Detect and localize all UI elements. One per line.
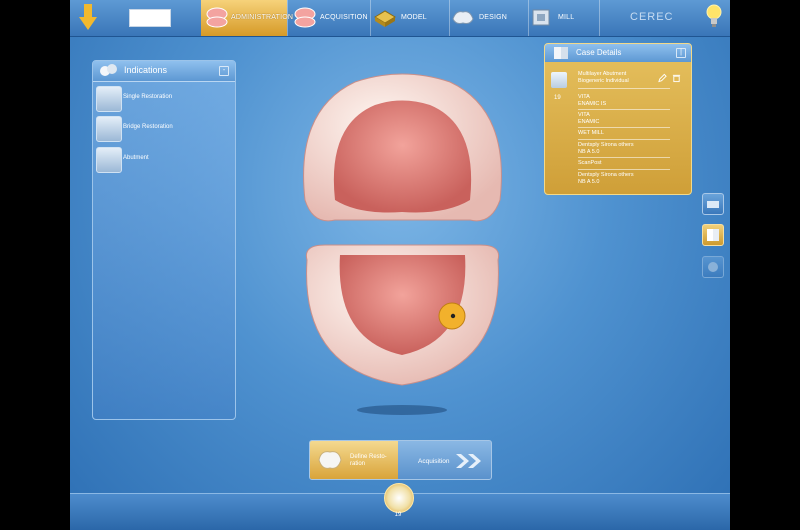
case-details-title: Case Details xyxy=(576,48,622,57)
acquisition-jaw-icon xyxy=(294,7,316,28)
define-restoration-button[interactable]: Define Resto-ration xyxy=(310,441,398,479)
indications-icon xyxy=(100,64,117,76)
top-workflow-bar: ADMINISTRATION ACQUISITION MODEL DESIGN … xyxy=(70,0,730,37)
single-restoration-icon xyxy=(96,86,122,112)
scan-view-icon xyxy=(707,201,719,208)
case-details-header: Case Details | xyxy=(545,44,691,62)
case-mill-mode: WET MILL xyxy=(578,130,604,136)
tab-label: MODEL xyxy=(401,14,427,21)
abutment-icon xyxy=(96,147,122,173)
administration-jaw-icon xyxy=(206,7,228,28)
next-chevrons-icon[interactable] xyxy=(456,454,484,468)
restoration-step-bar: Define Resto-ration Acquisition xyxy=(309,440,492,480)
tooth-number: 19 xyxy=(554,95,561,101)
tab-administration[interactable]: ADMINISTRATION xyxy=(201,0,293,36)
case-scanpost: ScanPost xyxy=(578,160,602,166)
tools-button[interactable] xyxy=(702,256,724,278)
tab-label: MILL xyxy=(558,14,575,21)
case-abutment-system: Dentsply Sirona others NB A 5.0 xyxy=(578,142,634,155)
collapse-button[interactable]: | xyxy=(676,48,686,58)
selected-tooth-19[interactable] xyxy=(438,302,466,330)
scan-view-button[interactable] xyxy=(702,193,724,215)
tab-model[interactable]: MODEL xyxy=(371,0,449,36)
cerec-app: ADMINISTRATION ACQUISITION MODEL DESIGN … xyxy=(70,0,730,530)
tab-mill[interactable]: MILL xyxy=(529,0,599,36)
case-scanpost-system: Dentsply Sirona others NB A 5.0 xyxy=(578,172,634,185)
mill-icon xyxy=(532,9,550,26)
case-details-panel: Case Details | 19 Multilayer Abutment Bio… xyxy=(544,43,692,195)
case-material-block: VITA ENAMIC IS xyxy=(578,94,607,107)
tab-acquisition[interactable]: ACQUISITION xyxy=(288,0,370,36)
indication-abutment[interactable]: Abutment xyxy=(96,147,234,175)
selected-tooth-thumbnail[interactable] xyxy=(384,483,414,513)
restoration-tooth-icon xyxy=(551,72,567,88)
define-restoration-label: Define Resto-ration xyxy=(350,454,387,467)
bridge-restoration-icon xyxy=(96,116,122,142)
case-book-icon xyxy=(707,229,719,241)
case-details-toggle-button[interactable] xyxy=(702,224,724,246)
cerec-logo: CEREC xyxy=(630,11,674,23)
tab-label: DESIGN xyxy=(479,14,508,21)
next-step-label: Acquisition xyxy=(418,458,450,465)
indication-bridge-restoration[interactable]: Bridge Restoration xyxy=(96,116,234,144)
indication-label: Abutment xyxy=(123,155,149,161)
indications-title: Indications xyxy=(124,65,168,75)
tab-label: ACQUISITION xyxy=(320,14,368,21)
case-material: VITA ENAMIC xyxy=(578,112,600,125)
selected-tooth-number: 19 xyxy=(394,512,402,518)
tab-design[interactable]: DESIGN xyxy=(450,0,528,36)
case-restoration-type: Multilayer Abutment Biogeneric Individual xyxy=(578,71,629,84)
case-details-icon xyxy=(554,47,568,59)
edit-pencil-icon[interactable] xyxy=(658,73,667,83)
indication-label: Bridge Restoration xyxy=(123,124,173,130)
collapse-button[interactable]: - xyxy=(219,66,229,76)
indication-single-restoration[interactable]: Single Restoration xyxy=(96,86,234,114)
indications-header: Indications - xyxy=(93,61,235,82)
model-icon xyxy=(374,10,396,27)
indication-label: Single Restoration xyxy=(123,94,173,100)
lightbulb-icon[interactable] xyxy=(706,3,722,29)
delete-trash-icon[interactable] xyxy=(672,73,681,83)
design-icon xyxy=(452,11,474,24)
dental-arch-model xyxy=(303,73,502,415)
indications-panel: Indications - Single Restoration Bridge … xyxy=(92,60,236,420)
patient-name-field[interactable] xyxy=(129,9,171,27)
define-restoration-tooth-icon xyxy=(318,451,342,469)
back-arrow-icon[interactable] xyxy=(78,3,98,31)
tools-icon xyxy=(708,262,718,272)
tab-label: ADMINISTRATION xyxy=(231,14,294,21)
